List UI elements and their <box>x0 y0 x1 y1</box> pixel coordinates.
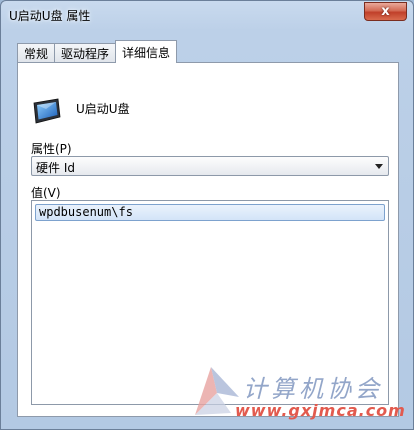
tab-details[interactable]: 详细信息 <box>115 40 178 63</box>
tab-label: 详细信息 <box>122 45 171 60</box>
dialog-client: 常规 驱动程序 详细信息 U启动U盘 属性(P) 硬件 Id 值(V) wpdb… <box>9 31 406 423</box>
property-selected-value: 硬件 Id <box>36 161 75 175</box>
portable-device-icon <box>33 98 61 124</box>
close-icon: x <box>381 4 390 19</box>
properties-dialog: U启动U盘 属性 x 常规 驱动程序 详细信息 U启动U盘 属性(P) 硬件 I… <box>0 0 414 430</box>
tab-general[interactable]: 常规 <box>17 43 56 63</box>
value-label: 值(V) <box>31 186 61 200</box>
property-dropdown[interactable]: 硬件 Id <box>31 156 389 176</box>
details-panel: U启动U盘 属性(P) 硬件 Id 值(V) wpdbusenum\fs <box>17 62 399 417</box>
close-button[interactable]: x <box>364 2 407 21</box>
tab-driver[interactable]: 驱动程序 <box>54 43 117 63</box>
value-listbox[interactable]: wpdbusenum\fs <box>31 200 389 405</box>
tab-label: 常规 <box>24 47 49 61</box>
device-name: U启动U盘 <box>76 102 130 116</box>
tab-strip: 常规 驱动程序 详细信息 <box>17 39 178 63</box>
list-item-text: wpdbusenum\fs <box>39 205 133 219</box>
chevron-down-icon[interactable] <box>375 164 383 169</box>
window-title: U启动U盘 属性 <box>9 9 91 23</box>
property-label: 属性(P) <box>31 142 72 156</box>
title-bar[interactable]: U启动U盘 属性 x <box>1 1 413 29</box>
tab-label: 驱动程序 <box>61 47 110 61</box>
list-item[interactable]: wpdbusenum\fs <box>35 204 385 221</box>
